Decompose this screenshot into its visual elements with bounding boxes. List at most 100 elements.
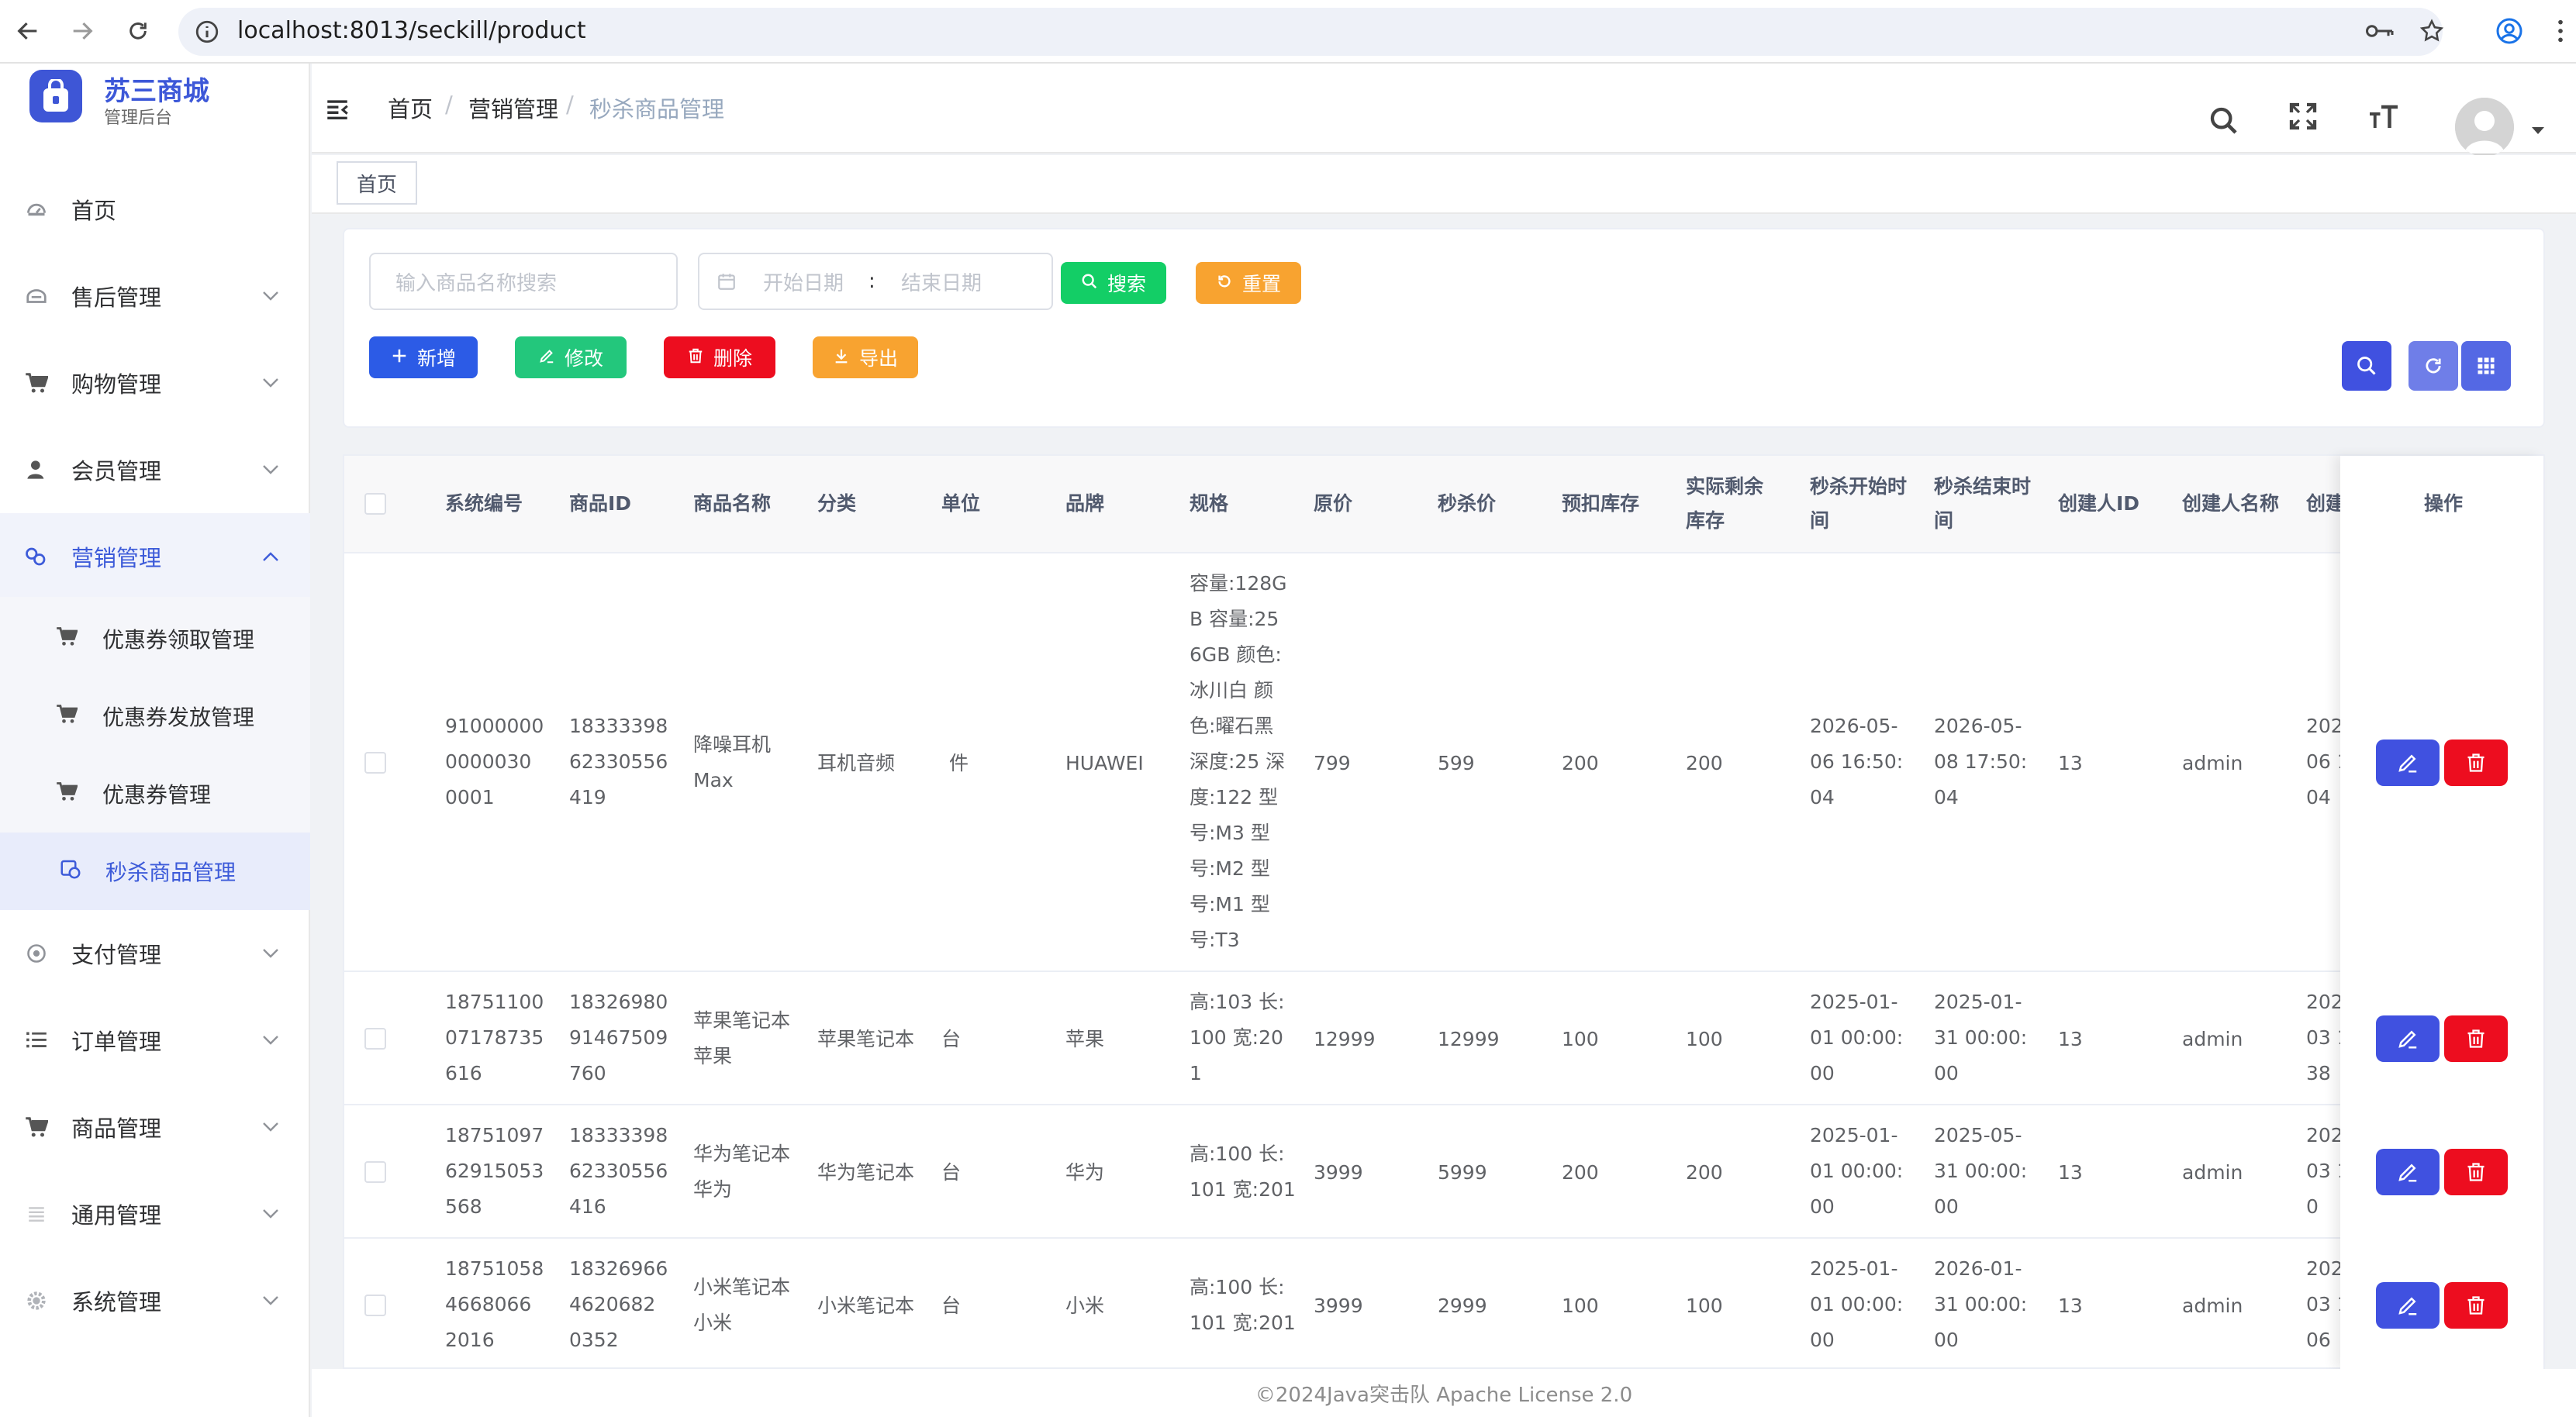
row-delete-button[interactable]: [2444, 740, 2508, 786]
column-header[interactable]: 商品ID: [569, 487, 631, 521]
column-header[interactable]: 秒杀价: [1438, 487, 1496, 521]
breadcrumb-current: 秒杀商品管理: [589, 96, 725, 122]
edit-button[interactable]: 修改: [515, 336, 627, 378]
column-header[interactable]: 秒杀开始时间: [1810, 470, 1911, 538]
row-delete-button[interactable]: [2444, 1015, 2508, 1062]
column-header[interactable]: 创建人ID: [2058, 487, 2139, 521]
profile-icon[interactable]: [2489, 11, 2529, 51]
row-delete-button[interactable]: [2444, 1282, 2508, 1329]
range-separator: :: [868, 270, 875, 293]
refresh-table-button[interactable]: [2409, 341, 2458, 391]
trash-icon: [2467, 1163, 2484, 1181]
trash-icon: [2467, 1296, 2484, 1315]
column-header[interactable]: 单位: [941, 487, 980, 521]
column-header[interactable]: 系统编号: [445, 487, 523, 521]
cell-category: 耳机音频: [817, 752, 896, 774]
product-name-search-input[interactable]: 输入商品名称搜索: [369, 253, 678, 310]
breadcrumb-separator: /: [445, 91, 453, 118]
chevron-up-icon: [262, 547, 279, 567]
end-date-input[interactable]: 结束日期: [901, 267, 982, 296]
column-header[interactable]: 品牌: [1065, 487, 1104, 521]
cell-category: 华为笔记本: [817, 1161, 915, 1184]
cell-unit: 台: [941, 1295, 962, 1317]
cart-icon: [56, 626, 78, 652]
export-button[interactable]: 导出: [813, 336, 918, 378]
column-header[interactable]: 分类: [817, 487, 856, 521]
add-button[interactable]: 新增: [369, 336, 478, 378]
sidebar-subitem-seckill[interactable]: 秒杀商品管理: [0, 833, 310, 910]
cell-name: 小米笔记本 小米: [693, 1276, 791, 1334]
back-icon[interactable]: [8, 11, 48, 51]
column-header[interactable]: 创建: [2306, 487, 2345, 521]
row-delete-button[interactable]: [2444, 1149, 2508, 1195]
key-icon[interactable]: [2360, 11, 2401, 51]
app-subtitle: 管理后台: [104, 109, 173, 128]
sidebar-item-general[interactable]: 通用管理: [0, 1170, 310, 1257]
sidebar-item-marketing[interactable]: 营销管理: [0, 513, 310, 600]
sidebar-subitem-coupon-claim[interactable]: 优惠券领取管理: [0, 600, 310, 677]
row-edit-button[interactable]: [2376, 1282, 2440, 1329]
sidebar-item-goods[interactable]: 商品管理: [0, 1084, 310, 1170]
breadcrumb-item[interactable]: 首页: [388, 91, 433, 124]
start-date-input[interactable]: 开始日期: [763, 267, 844, 296]
row-edit-button[interactable]: [2376, 1015, 2440, 1062]
cart-icon: [56, 704, 78, 729]
column-header[interactable]: 商品名称: [693, 487, 771, 521]
tag-home[interactable]: 首页: [337, 161, 417, 205]
sidebar-subitem-coupon-issue[interactable]: 优惠券发放管理: [0, 677, 310, 755]
row-checkbox[interactable]: [364, 752, 386, 774]
reset-button[interactable]: 重置: [1196, 262, 1301, 304]
delete-button[interactable]: 删除: [664, 336, 775, 378]
breadcrumb-item[interactable]: 营销管理: [468, 91, 558, 124]
sidebar-item-payment[interactable]: 支付管理: [0, 910, 310, 997]
sidebar-item-members[interactable]: 会员管理: [0, 426, 310, 513]
row-divider: [344, 1237, 2543, 1239]
operations-column: [2340, 456, 2543, 1369]
marketing-icon: [25, 545, 48, 568]
row-edit-button[interactable]: [2376, 740, 2440, 786]
sidebar-subitem-label: 优惠券发放管理: [102, 705, 255, 730]
cell-start-time: 2026-05- 06 16:50: 04: [1810, 715, 1904, 808]
column-header: 操作: [2424, 492, 2464, 515]
cell-goods-id: 18333398 62330556 416: [569, 1124, 668, 1218]
search-button[interactable]: 搜索: [1061, 262, 1166, 304]
cell-unit: 件: [949, 752, 969, 774]
caret-down-icon[interactable]: [2531, 124, 2545, 139]
column-header[interactable]: 创建人名称: [2182, 487, 2279, 521]
select-all-checkbox[interactable]: [364, 493, 386, 515]
site-info-icon[interactable]: [194, 19, 220, 45]
hamburger-icon[interactable]: [324, 96, 352, 124]
edit-icon: [2398, 1297, 2417, 1315]
row-edit-button[interactable]: [2376, 1149, 2440, 1195]
forward-icon[interactable]: [62, 11, 102, 51]
sidebar-item-shopping[interactable]: 购物管理: [0, 340, 310, 426]
row-checkbox[interactable]: [364, 1161, 386, 1183]
sidebar-item-system[interactable]: 系统管理: [0, 1257, 310, 1344]
column-header[interactable]: 预扣库存: [1562, 487, 1639, 521]
cell-category: 苹果笔记本: [817, 1028, 915, 1050]
more-menu-icon[interactable]: [2540, 11, 2576, 51]
font-size-icon[interactable]: [2362, 95, 2405, 138]
fullscreen-icon[interactable]: [2281, 95, 2325, 138]
column-header[interactable]: 实际剩余库存: [1686, 470, 1779, 538]
bookmark-star-icon[interactable]: [2412, 11, 2452, 51]
search-icon[interactable]: [2202, 99, 2246, 143]
column-header[interactable]: 秒杀结束时间: [1934, 470, 2035, 538]
row-checkbox[interactable]: [364, 1028, 386, 1050]
url-text[interactable]: localhost:8013/seckill/product: [237, 12, 586, 50]
column-header[interactable]: 规格: [1190, 487, 1228, 521]
cell-spec: 高:100 长: 101 宽:201: [1190, 1276, 1296, 1334]
sidebar-item-orders[interactable]: 订单管理: [0, 997, 310, 1084]
reload-icon[interactable]: [118, 11, 158, 51]
chevron-down-icon: [262, 460, 279, 480]
date-range-picker[interactable]: 开始日期 : 结束日期: [698, 253, 1053, 310]
columns-button[interactable]: [2461, 341, 2511, 391]
sidebar-subitem-coupon[interactable]: 优惠券管理: [0, 755, 310, 833]
sidebar-item-home[interactable]: 首页: [0, 166, 310, 253]
column-header[interactable]: 原价: [1314, 487, 1352, 521]
toggle-search-button[interactable]: [2342, 341, 2391, 391]
avatar[interactable]: [2455, 98, 2514, 157]
row-checkbox[interactable]: [364, 1295, 386, 1316]
sidebar-item-after-sales[interactable]: 售后管理: [0, 253, 310, 340]
cell-creator-id: 13: [2058, 1295, 2083, 1317]
